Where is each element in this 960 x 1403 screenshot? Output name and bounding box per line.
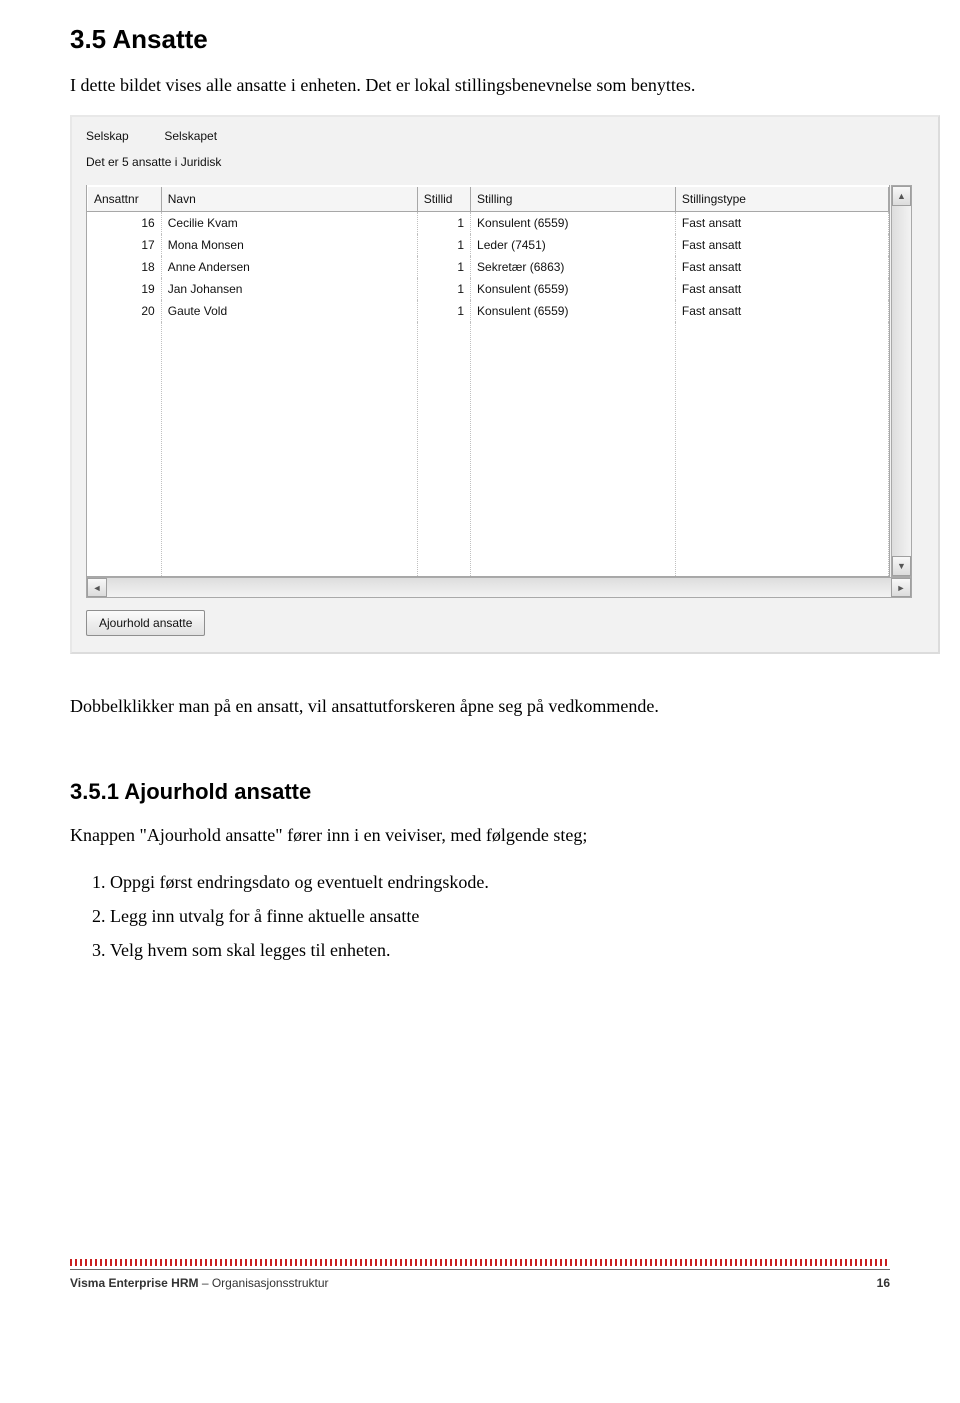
col-header-stillingstype[interactable]: Stillingstype xyxy=(675,186,888,212)
scroll-down-icon[interactable]: ▼ xyxy=(892,556,911,576)
table-row[interactable]: 20 Gaute Vold 1 Konsulent (6559) Fast an… xyxy=(88,300,889,322)
table-row[interactable]: 18 Anne Andersen 1 Sekretær (6863) Fast … xyxy=(88,256,889,278)
cell-stillingstype: Fast ansatt xyxy=(675,234,888,256)
cell-navn: Gaute Vold xyxy=(161,300,417,322)
cell-stillid: 1 xyxy=(417,212,470,235)
cell-stillingstype: Fast ansatt xyxy=(675,300,888,322)
table-row[interactable]: 16 Cecilie Kvam 1 Konsulent (6559) Fast … xyxy=(88,212,889,235)
col-header-navn[interactable]: Navn xyxy=(161,186,417,212)
list-item: Legg inn utvalg for å finne aktuelle ans… xyxy=(110,899,890,933)
cell-stillid: 1 xyxy=(417,278,470,300)
cell-stilling: Konsulent (6559) xyxy=(471,278,676,300)
subsection-heading: 3.5.1 Ajourhold ansatte xyxy=(70,779,890,805)
cell-stillingstype: Fast ansatt xyxy=(675,278,888,300)
col-header-stillid[interactable]: Stillid xyxy=(417,186,470,212)
section-heading: 3.5 Ansatte xyxy=(70,24,890,55)
footer-left-rest: – Organisasjonsstruktur xyxy=(199,1276,329,1290)
scroll-left-icon[interactable]: ◄ xyxy=(87,578,107,597)
cell-stilling: Sekretær (6863) xyxy=(471,256,676,278)
selskap-row: Selskap Selskapet xyxy=(86,129,924,143)
page-number: 16 xyxy=(877,1276,890,1290)
selskap-label: Selskap xyxy=(86,129,161,143)
list-item: Oppgi først endringsdato og eventuelt en… xyxy=(110,865,890,899)
cell-stillingstype: Fast ansatt xyxy=(675,256,888,278)
page-footer: Visma Enterprise HRM – Organisasjonsstru… xyxy=(70,1259,890,1290)
table-header-row: Ansattnr Navn Stillid Stilling Stillings… xyxy=(88,186,889,212)
grid-box: Ansattnr Navn Stillid Stilling Stillings… xyxy=(86,185,890,577)
step-list: Oppgi først endringsdato og eventuelt en… xyxy=(70,865,890,968)
cell-navn: Anne Andersen xyxy=(161,256,417,278)
cell-navn: Cecilie Kvam xyxy=(161,212,417,235)
footer-rule xyxy=(70,1269,890,1270)
cell-navn: Jan Johansen xyxy=(161,278,417,300)
table-filler xyxy=(88,322,889,576)
cell-stillingstype: Fast ansatt xyxy=(675,212,888,235)
cell-stillid: 1 xyxy=(417,256,470,278)
subsection-intro: Knappen "Ajourhold ansatte" fører inn i … xyxy=(70,823,890,847)
table-row[interactable]: 17 Mona Monsen 1 Leder (7451) Fast ansat… xyxy=(88,234,889,256)
cell-ansattnr: 16 xyxy=(88,212,162,235)
app-screenshot-panel: Selskap Selskapet Det er 5 ansatte i Jur… xyxy=(70,115,940,654)
cell-ansattnr: 20 xyxy=(88,300,162,322)
ajourhold-ansatte-button[interactable]: Ajourhold ansatte xyxy=(86,610,205,636)
cell-stillid: 1 xyxy=(417,300,470,322)
after-panel-paragraph: Dobbelklikker man på en ansatt, vil ansa… xyxy=(70,694,890,718)
cell-ansattnr: 19 xyxy=(88,278,162,300)
cell-stilling: Leder (7451) xyxy=(471,234,676,256)
horizontal-scrollbar[interactable]: ◄ ► xyxy=(86,577,912,598)
cell-stilling: Konsulent (6559) xyxy=(471,300,676,322)
footer-decoration xyxy=(70,1259,890,1266)
table-row[interactable]: 19 Jan Johansen 1 Konsulent (6559) Fast … xyxy=(88,278,889,300)
scroll-right-icon[interactable]: ► xyxy=(891,578,911,597)
scroll-up-icon[interactable]: ▲ xyxy=(892,186,911,206)
selskap-value: Selskapet xyxy=(164,129,217,143)
cell-ansattnr: 18 xyxy=(88,256,162,278)
cell-ansattnr: 17 xyxy=(88,234,162,256)
footer-left-bold: Visma Enterprise HRM xyxy=(70,1276,199,1290)
cell-stilling: Konsulent (6559) xyxy=(471,212,676,235)
list-item: Velg hvem som skal legges til enheten. xyxy=(110,933,890,967)
grid-frame: Ansattnr Navn Stillid Stilling Stillings… xyxy=(86,185,912,577)
footer-left: Visma Enterprise HRM – Organisasjonsstru… xyxy=(70,1276,329,1290)
cell-navn: Mona Monsen xyxy=(161,234,417,256)
col-header-stilling[interactable]: Stilling xyxy=(471,186,676,212)
ansatte-table: Ansattnr Navn Stillid Stilling Stillings… xyxy=(87,185,889,576)
col-header-ansattnr[interactable]: Ansattnr xyxy=(88,186,162,212)
intro-paragraph: I dette bildet vises alle ansatte i enhe… xyxy=(70,73,890,97)
cell-stillid: 1 xyxy=(417,234,470,256)
count-text: Det er 5 ansatte i Juridisk xyxy=(86,155,924,169)
vertical-scrollbar[interactable]: ▲ ▼ xyxy=(891,185,912,577)
